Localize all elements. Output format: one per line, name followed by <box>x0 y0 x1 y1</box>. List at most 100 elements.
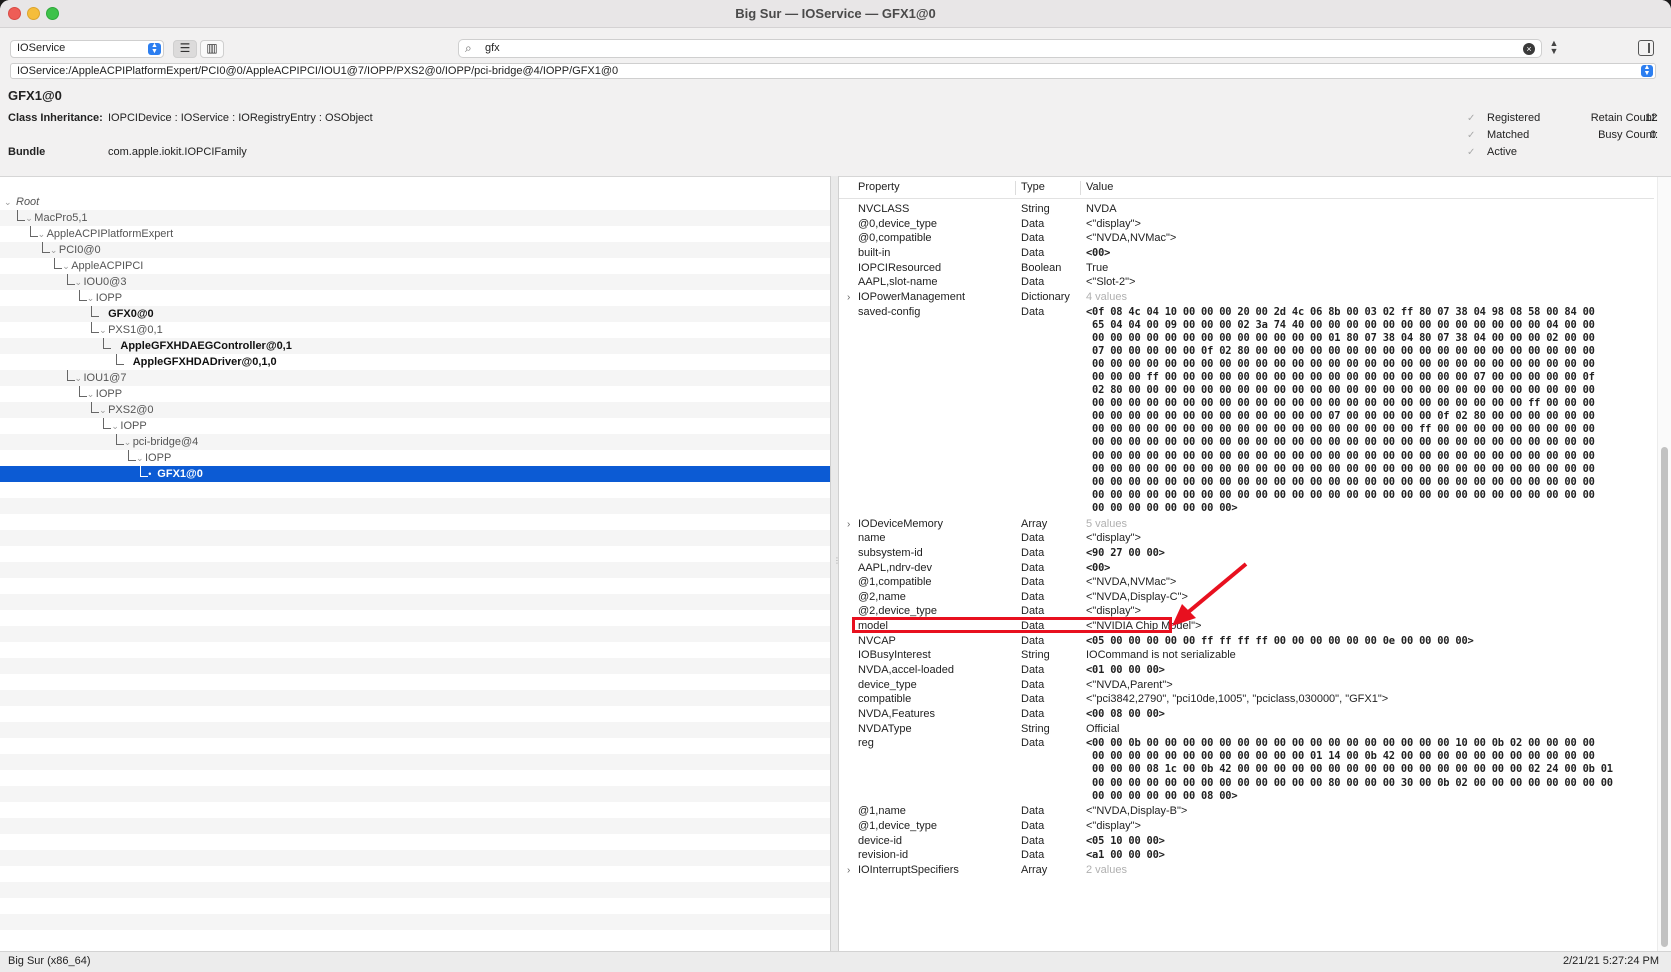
disclosure-chevron-icon[interactable]: › <box>847 863 850 879</box>
property-row[interactable]: device_type Data <"NVDA,Parent"> <box>839 678 1654 693</box>
matched-checkbox: ✓ Matched <box>1467 129 1530 141</box>
tree-row-background <box>0 882 830 898</box>
property-name: NVCAP <box>858 634 896 647</box>
disclosure-chevron-icon[interactable]: ⌄ <box>87 290 95 306</box>
registry-tree[interactable]: ⌄ Root ⌄ MacPro5,1 ⌄ AppleACPIPlatformExpert ⌄… <box>0 176 830 951</box>
property-value: <01 00 00 00> <box>1086 664 1165 677</box>
scrollbar-thumb[interactable] <box>1661 447 1668 947</box>
column-view-button[interactable]: ▥ <box>200 40 224 58</box>
disclosure-chevron-icon[interactable]: ⌄ <box>38 226 46 242</box>
registry-path-field[interactable]: IOService:/AppleACPIPlatformExpert/PCI0@… <box>10 63 1656 79</box>
tree-node-label: AppleGFXHDADriver@0,1,0 <box>132 356 277 368</box>
tree-node-row[interactable]: ⌄ IOU0@3 <box>0 274 830 290</box>
disclosure-chevron-icon[interactable]: ⌄ <box>99 322 107 338</box>
property-row[interactable]: NVDAType String Official <box>839 722 1654 737</box>
disclosure-chevron-icon[interactable]: ⌄ <box>75 370 83 386</box>
pane-splitter[interactable]: ⋮ <box>830 176 841 951</box>
disclosure-chevron-icon[interactable]: ⌄ <box>75 274 83 290</box>
tree-node-row[interactable]: ⌄ IOPP <box>0 450 830 466</box>
disclosure-chevron-icon[interactable]: › <box>847 517 850 533</box>
disclosure-chevron-icon[interactable]: ⌄ <box>136 450 144 466</box>
property-name: @0,device_type <box>858 217 938 230</box>
property-row[interactable]: IOBusyInterest String IOCommand is not ser… <box>839 648 1654 663</box>
property-row[interactable]: NVCAP Data <05 00 00 00 00 00 ff ff ff ff … <box>839 634 1654 649</box>
disclosure-chevron-icon[interactable]: ⌄ <box>50 242 58 258</box>
column-header-property[interactable]: Property <box>858 181 900 193</box>
property-type: Data <box>1021 232 1045 245</box>
property-row[interactable]: reg Data <00 00 0b 00 00 00 00 00 00 00 00… <box>839 736 1654 804</box>
property-row[interactable]: compatible Data <"pci3842,2790", "pci10de,… <box>839 692 1654 707</box>
disclosure-chevron-icon[interactable]: ⌄ <box>99 402 107 418</box>
property-row[interactable]: @0,compatible Data <"NVDA,NVMac"> <box>839 231 1654 246</box>
property-row[interactable]: name Data <"display"> <box>839 531 1654 546</box>
property-value: <0f 08 4c 04 10 00 00 00 20 00 2d 4c 06 … <box>1086 305 1595 514</box>
tree-node-row[interactable]: ⌄ PXS1@0,1 <box>0 322 830 338</box>
property-value: <"NVDA,NVMac"> <box>1086 576 1177 589</box>
tree-node-row[interactable]: ⌄ PCI0@0 <box>0 242 830 258</box>
tree-node-row[interactable]: ⌄ PXS2@0 <box>0 402 830 418</box>
property-row[interactable]: › IOInterruptSpecifiers Array 2 values <box>839 863 1654 878</box>
ioreg-explorer-window: Big Sur — IOService — GFX1@0 IOService ▲… <box>0 0 1671 972</box>
property-row[interactable]: subsystem-id Data <90 27 00 00> <box>839 546 1654 561</box>
tree-node-row[interactable]: ⌄ IOPP <box>0 418 830 434</box>
property-row[interactable]: AAPL,slot-name Data <"Slot-2"> <box>839 275 1654 290</box>
search-stepper[interactable]: ▲ ▼ <box>1546 39 1562 58</box>
property-row[interactable]: NVDA,accel-loaded Data <01 00 00 00> <box>839 663 1654 678</box>
tree-row-background <box>0 738 830 754</box>
property-row[interactable]: device-id Data <05 10 00 00> <box>839 834 1654 849</box>
tree-node-row[interactable]: ⌄ AppleACPIPlatformExpert <box>0 226 830 242</box>
property-type: Array <box>1021 863 1048 876</box>
tree-node-row[interactable]: ⌄ IOPP <box>0 290 830 306</box>
property-name: IOPowerManagement <box>858 290 965 303</box>
tree-connector <box>78 290 80 300</box>
tree-node-row[interactable]: GFX0@0 <box>0 306 830 322</box>
disclosure-chevron-icon[interactable]: ⌄ <box>124 434 132 450</box>
property-value: 4 values <box>1086 290 1127 303</box>
disclosure-chevron-icon[interactable]: › <box>847 290 850 306</box>
tree-node-row[interactable]: • GFX1@0 <box>0 466 830 482</box>
tree-node-row[interactable]: ⌄ Root <box>0 194 830 210</box>
property-name: AAPL,slot-name <box>858 276 938 289</box>
property-type: Data <box>1021 819 1045 832</box>
disclosure-chevron-icon[interactable]: ⌄ <box>4 194 12 210</box>
search-field[interactable]: ⌕ gfx × <box>458 39 1542 58</box>
disclosure-chevron-icon[interactable]: ⌄ <box>62 258 70 274</box>
plane-select[interactable]: IOService ▲ ▼ <box>10 40 164 58</box>
disclosure-chevron-icon[interactable]: • <box>148 466 151 482</box>
property-row[interactable]: saved-config Data <0f 08 4c 04 10 00 00 00… <box>839 305 1654 517</box>
properties-scrollbar[interactable] <box>1657 177 1671 951</box>
disclosure-chevron-icon[interactable]: ⌄ <box>87 386 95 402</box>
property-row[interactable]: @0,device_type Data <"display"> <box>839 217 1654 232</box>
tree-node-row[interactable]: ⌄ MacPro5,1 <box>0 210 830 226</box>
tree-node-row[interactable]: ⌄ pci-bridge@4 <box>0 434 830 450</box>
clear-search-icon[interactable]: × <box>1523 43 1535 55</box>
property-row[interactable]: built-in Data <00> <box>839 246 1654 261</box>
property-row[interactable]: NVDA,Features Data <00 08 00 00> <box>839 707 1654 722</box>
disclosure-chevron-icon[interactable]: ⌄ <box>25 210 33 226</box>
column-header-value[interactable]: Value <box>1086 181 1113 193</box>
tree-node-label: PCI0@0 <box>58 244 101 256</box>
tree-connector <box>115 364 124 365</box>
sidebar-toggle-icon[interactable] <box>1638 40 1654 56</box>
property-row[interactable]: IOPCIResourced Boolean True <box>839 261 1654 276</box>
property-value: <90 27 00 00> <box>1086 546 1165 559</box>
property-row[interactable]: › IOPowerManagement Dictionary 4 values <box>839 290 1654 305</box>
property-row[interactable]: @1,name Data <"NVDA,Display-B"> <box>839 804 1654 819</box>
properties-table[interactable]: Property Type Value NVCLASS String NVDA @0,… <box>839 176 1671 951</box>
property-row[interactable]: @1,device_type Data <"display"> <box>839 819 1654 834</box>
tree-node-row[interactable]: ⌄ IOPP <box>0 386 830 402</box>
property-name: subsystem-id <box>858 546 923 559</box>
property-row[interactable]: revision-id Data <a1 00 00 00> <box>839 848 1654 863</box>
disclosure-chevron-icon[interactable]: ⌄ <box>111 418 119 434</box>
tree-node-row[interactable]: ⌄ IOU1@7 <box>0 370 830 386</box>
tree-node-row[interactable]: AppleGFXHDADriver@0,1,0 <box>0 354 830 370</box>
tree-node-row[interactable]: AppleGFXHDAEGController@0,1 <box>0 338 830 354</box>
property-row[interactable]: › IODeviceMemory Array 5 values <box>839 517 1654 532</box>
list-view-button[interactable]: ☰ <box>173 40 197 58</box>
column-header-type[interactable]: Type <box>1021 181 1045 193</box>
property-row[interactable]: NVCLASS String NVDA <box>839 202 1654 217</box>
tree-row-background <box>0 530 830 546</box>
tree-connector <box>91 322 93 332</box>
tree-connector <box>17 210 19 220</box>
tree-node-row[interactable]: ⌄ AppleACPIPCI <box>0 258 830 274</box>
